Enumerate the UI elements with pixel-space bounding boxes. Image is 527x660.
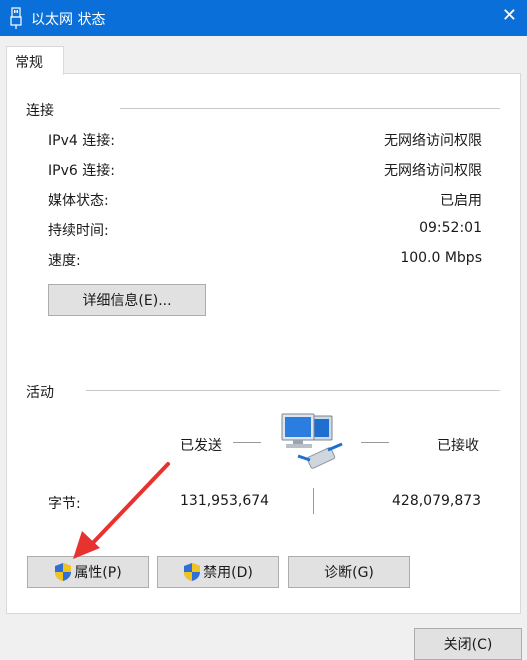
details-button-label: 详细信息(E)... bbox=[82, 293, 172, 309]
sent-label: 已发送 bbox=[180, 438, 222, 454]
media-state-value: 已启用 bbox=[440, 193, 482, 209]
bytes-separator bbox=[313, 488, 314, 514]
properties-button-label: 属性(P) bbox=[74, 565, 122, 581]
speed-value: 100.0 Mbps bbox=[400, 250, 482, 266]
ipv4-value: 无网络访问权限 bbox=[384, 133, 482, 149]
bytes-received-value: 428,079,873 bbox=[392, 493, 482, 509]
details-button[interactable]: 详细信息(E)... bbox=[48, 284, 206, 316]
close-icon[interactable]: ✕ bbox=[502, 6, 517, 26]
media-state-label: 媒体状态: bbox=[48, 193, 109, 209]
section-title-activity: 活动 bbox=[26, 385, 54, 401]
speed-label: 速度: bbox=[48, 253, 81, 269]
title-bar: 以太网 状态 ✕ bbox=[0, 0, 527, 36]
window-title: 以太网 状态 bbox=[31, 12, 106, 28]
uac-shield-icon bbox=[55, 563, 72, 581]
network-adapter-icon bbox=[10, 7, 22, 29]
tab-general[interactable]: 常规 bbox=[6, 46, 64, 75]
tab-panel-general bbox=[6, 73, 521, 614]
diagnose-button[interactable]: 诊断(G) bbox=[288, 556, 410, 588]
disable-button-label: 禁用(D) bbox=[203, 565, 253, 581]
properties-button[interactable]: 属性(P) bbox=[27, 556, 149, 588]
tab-label: 常规 bbox=[15, 55, 43, 71]
disable-button[interactable]: 禁用(D) bbox=[157, 556, 279, 588]
close-button[interactable]: 关闭(C) bbox=[414, 628, 522, 660]
ipv6-label: IPv6 连接: bbox=[48, 163, 115, 179]
ipv4-label: IPv4 连接: bbox=[48, 133, 115, 149]
section-title-connection: 连接 bbox=[26, 103, 54, 119]
received-line bbox=[361, 442, 389, 443]
bytes-sent-value: 131,953,674 bbox=[180, 493, 270, 509]
close-button-label: 关闭(C) bbox=[443, 637, 493, 653]
network-computers-icon bbox=[281, 413, 343, 469]
diagnose-button-label: 诊断(G) bbox=[324, 565, 374, 581]
section-divider bbox=[86, 390, 500, 391]
ipv6-value: 无网络访问权限 bbox=[384, 163, 482, 179]
section-divider bbox=[120, 108, 500, 109]
sent-line bbox=[233, 442, 261, 443]
received-label: 已接收 bbox=[437, 438, 479, 454]
uac-shield-icon bbox=[184, 563, 201, 581]
bytes-label: 字节: bbox=[48, 496, 81, 512]
duration-value: 09:52:01 bbox=[419, 220, 482, 236]
duration-label: 持续时间: bbox=[48, 223, 109, 239]
